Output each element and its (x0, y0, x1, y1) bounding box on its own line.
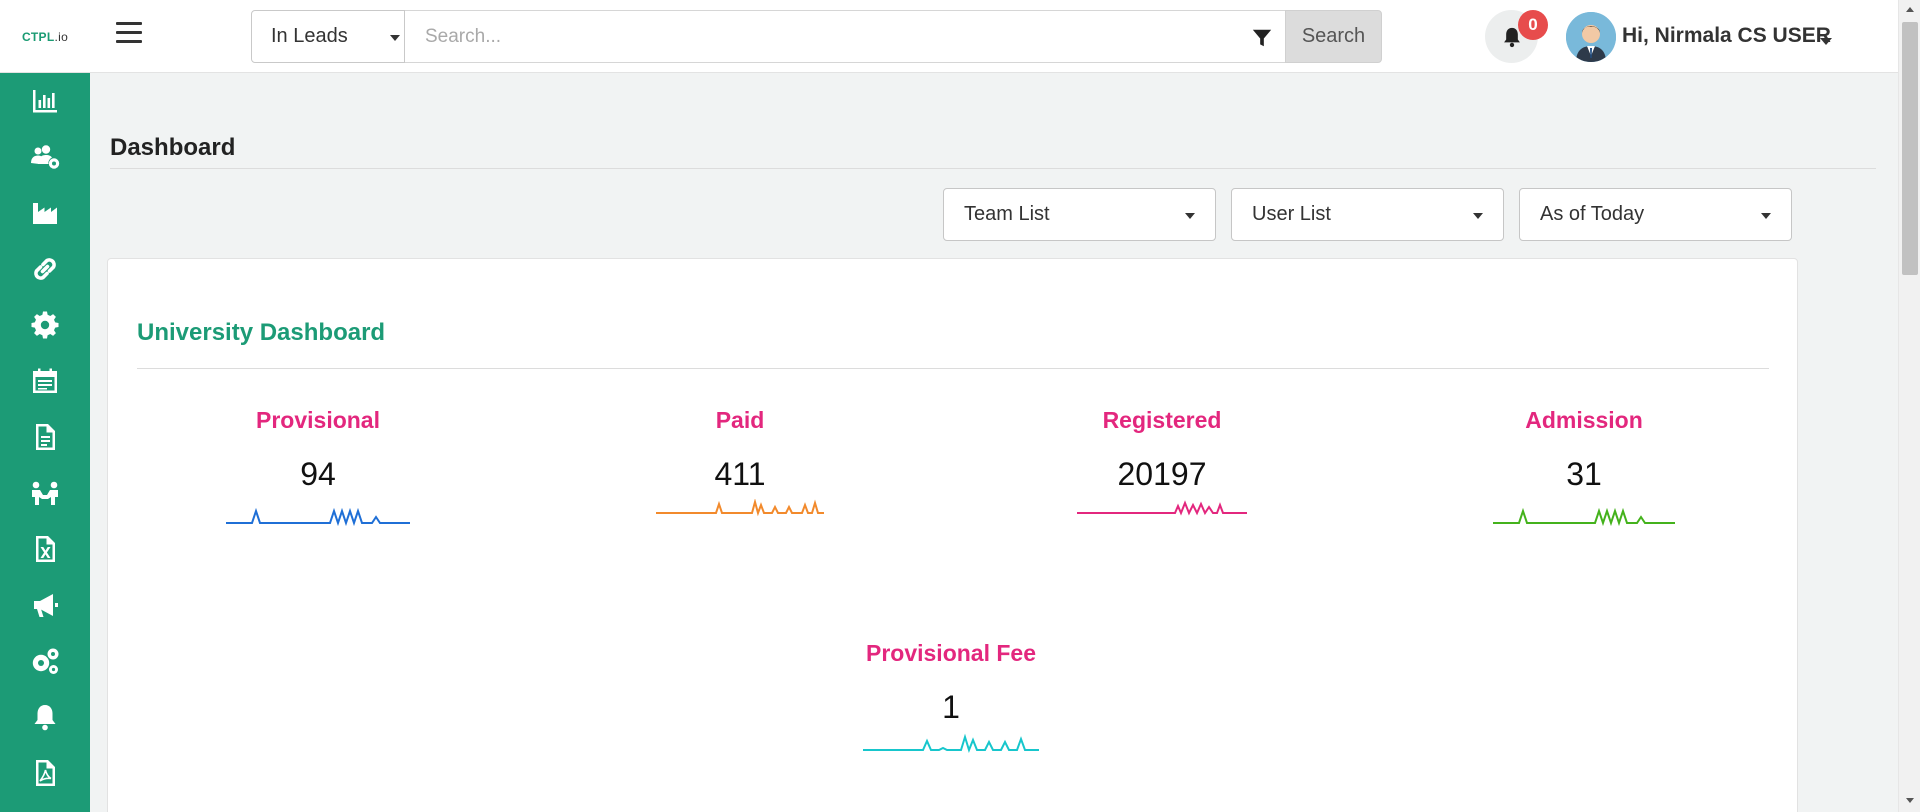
bar-chart-icon (33, 90, 57, 113)
card-title: University Dashboard (137, 319, 386, 346)
document-icon (36, 424, 55, 450)
chevron-down-icon (1761, 213, 1771, 219)
page-title: Dashboard (110, 134, 236, 161)
university-dashboard-card: University Dashboard Provisional 94 Paid… (107, 258, 1798, 812)
title-divider (110, 168, 1876, 169)
stat-registered[interactable]: Registered 20197 (1042, 407, 1282, 519)
people-meeting-icon (32, 481, 58, 505)
app-logo[interactable]: CTPL .io (0, 0, 90, 73)
calendar-list-icon (33, 368, 57, 393)
search-scope-value: In Leads (271, 25, 348, 47)
date-range-value: As of Today (1540, 203, 1645, 225)
sidebar (0, 73, 90, 812)
date-range-select[interactable]: As of Today (1519, 188, 1792, 241)
sidebar-item-notifications[interactable] (0, 689, 90, 745)
chevron-down-icon (1473, 213, 1483, 219)
scroll-up-arrow-icon[interactable] (1906, 7, 1914, 12)
sparkline (226, 507, 410, 527)
sparkline (863, 733, 1039, 754)
sidebar-item-meetings[interactable] (0, 465, 90, 521)
gear-icon (31, 311, 59, 339)
avatar[interactable] (1566, 12, 1616, 62)
stat-value: 94 (300, 456, 336, 492)
user-list-value: User List (1252, 203, 1331, 225)
stat-label: Provisional (256, 407, 380, 433)
sparkline (1493, 507, 1675, 527)
search-placeholder: Search... (425, 25, 502, 47)
vertical-scrollbar[interactable] (1898, 0, 1920, 812)
stat-label: Paid (715, 407, 765, 433)
gears-icon (32, 648, 59, 674)
stat-label: Provisional Fee (865, 640, 1036, 666)
filter-icon[interactable] (1251, 27, 1273, 49)
sparkline (1077, 500, 1247, 516)
sidebar-item-calendar[interactable] (0, 353, 90, 409)
sidebar-item-user-management[interactable] (0, 129, 90, 185)
sidebar-item-excel[interactable] (0, 521, 90, 577)
industry-icon (33, 203, 57, 224)
logo-main: CTPL (21, 29, 55, 44)
team-list-select[interactable]: Team List (943, 188, 1216, 241)
chevron-down-icon (1185, 213, 1195, 219)
sidebar-item-pdf[interactable] (0, 745, 90, 801)
stat-value: 411 (714, 456, 766, 492)
megaphone-icon (34, 594, 58, 617)
logo-suffix: .io (54, 29, 69, 44)
search-button[interactable]: Search (1285, 10, 1382, 63)
stat-provisional-fee[interactable]: Provisional Fee 1 (831, 640, 1071, 756)
user-list-select[interactable]: User List (1231, 188, 1504, 241)
excel-file-icon (36, 536, 55, 562)
card-divider (137, 368, 1769, 369)
link-icon (34, 258, 56, 280)
search-input[interactable]: Search... (405, 10, 1285, 63)
stat-label: Admission (1525, 407, 1643, 433)
sidebar-item-links[interactable] (0, 241, 90, 297)
user-avatar-icon (1566, 12, 1616, 62)
sparkline (656, 499, 824, 517)
bell-icon (34, 705, 56, 731)
hamburger-menu-icon[interactable] (116, 22, 142, 46)
stat-value: 1 (942, 689, 960, 725)
users-gear-icon (31, 145, 60, 169)
sidebar-item-campaigns[interactable] (0, 577, 90, 633)
chevron-down-icon (390, 35, 400, 41)
sidebar-item-industry[interactable] (0, 185, 90, 241)
stat-admission[interactable]: Admission 31 (1464, 407, 1704, 529)
stat-value: 31 (1566, 456, 1602, 492)
stat-provisional[interactable]: Provisional 94 (198, 407, 438, 529)
scroll-down-arrow-icon[interactable] (1906, 798, 1914, 803)
notification-count-badge: 0 (1518, 10, 1548, 40)
sidebar-item-configuration[interactable] (0, 633, 90, 689)
user-greeting[interactable]: Hi, Nirmala CS USER (1622, 24, 1831, 48)
team-list-value: Team List (964, 203, 1050, 225)
user-menu-chevron-down-icon[interactable] (1820, 38, 1832, 45)
stat-paid[interactable]: Paid 411 (620, 407, 860, 519)
sidebar-item-settings[interactable] (0, 297, 90, 353)
top-bar: CTPL .io In Leads Search... Search 0 Hi,… (0, 0, 1898, 73)
stat-label: Registered (1102, 407, 1222, 433)
pdf-file-icon (36, 760, 55, 786)
search-scope-select[interactable]: In Leads (251, 10, 405, 63)
search-bar: In Leads Search... Search (251, 10, 1382, 63)
stat-value: 20197 (1117, 456, 1207, 492)
scroll-thumb[interactable] (1902, 22, 1918, 275)
sidebar-item-reports[interactable] (0, 73, 90, 129)
sidebar-item-documents[interactable] (0, 409, 90, 465)
